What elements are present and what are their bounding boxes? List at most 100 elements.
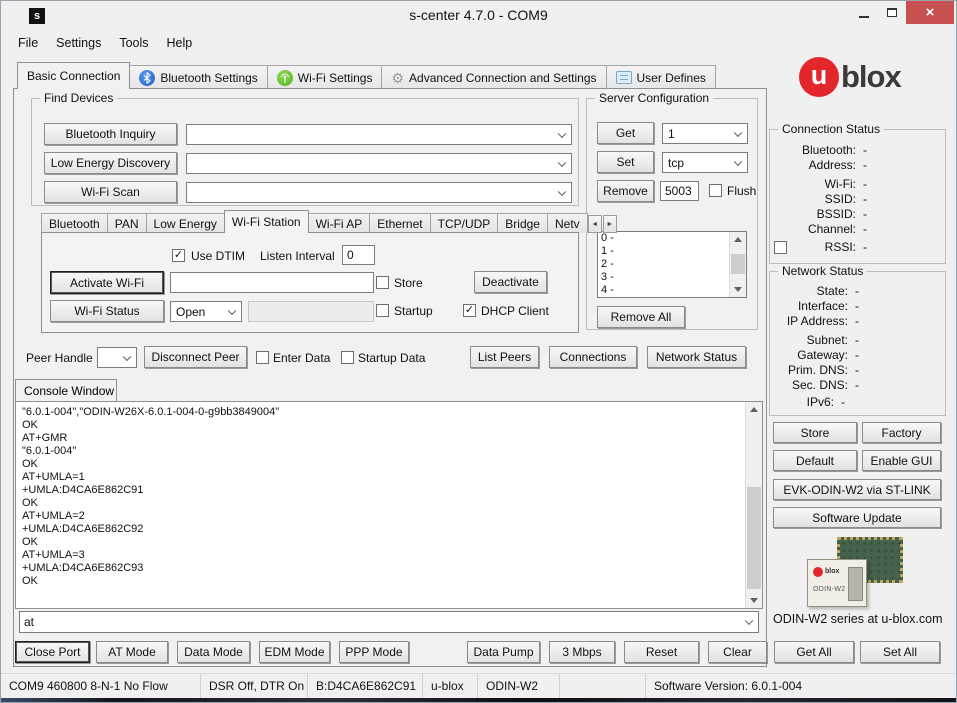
server-listbox[interactable]: 0 - 1 - 2 - 3 - 4 -	[597, 231, 747, 298]
deactivate-button[interactable]: Deactivate	[474, 271, 547, 293]
list-item[interactable]: 3 -	[598, 271, 746, 284]
tab-scroll-right-button[interactable]: ►	[603, 215, 617, 233]
close-port-button[interactable]: Close Port	[15, 641, 90, 663]
tab-basic-connection[interactable]: Basic Connection	[17, 62, 130, 89]
tab-wifi-ap[interactable]: Wi-Fi AP	[308, 213, 371, 233]
store-checkbox[interactable]	[376, 276, 389, 289]
ssid-input[interactable]	[170, 272, 374, 293]
scroll-up-icon[interactable]	[730, 232, 746, 247]
tab-bridge[interactable]: Bridge	[497, 213, 548, 233]
chevron-down-icon	[123, 352, 131, 360]
menu-tools[interactable]: Tools	[110, 33, 157, 53]
startup-checkbox[interactable]	[376, 304, 389, 317]
list-item[interactable]: 1 -	[598, 245, 746, 258]
tab-pan[interactable]: PAN	[107, 213, 147, 233]
console-output[interactable]: "6.0.1-004","ODIN-W26X-6.0.1-004-0-g9bb3…	[15, 401, 763, 609]
network-status-button[interactable]: Network Status	[647, 346, 746, 368]
store-button[interactable]: Store	[773, 422, 857, 443]
status-value: -	[863, 207, 867, 221]
scroll-down-icon[interactable]	[730, 282, 746, 297]
three-mbps-button[interactable]: 3 Mbps	[549, 641, 615, 663]
odin-w2-module-image: blox ODIN-W2	[807, 537, 903, 607]
minimize-button[interactable]	[851, 1, 877, 24]
scroll-down-icon[interactable]	[746, 593, 762, 608]
close-button[interactable]: ×	[906, 1, 954, 24]
at-command-input[interactable]	[19, 611, 759, 633]
server-index-combo[interactable]: 1	[662, 123, 748, 144]
data-pump-button[interactable]: Data Pump	[467, 641, 540, 663]
tab-ethernet[interactable]: Ethernet	[369, 213, 430, 233]
remove-all-button[interactable]: Remove All	[597, 306, 685, 328]
use-dtim-checkbox[interactable]: ✓	[172, 249, 185, 262]
enable-gui-button[interactable]: Enable GUI	[862, 450, 941, 471]
status-module: ODIN-W2	[478, 674, 560, 698]
status-vendor: u-blox	[423, 674, 478, 698]
tab-label: Wi-Fi Settings	[298, 71, 373, 85]
console-scrollbar[interactable]	[745, 402, 762, 608]
list-item[interactable]: 0 -	[598, 232, 746, 245]
startup-label: Startup	[394, 304, 433, 318]
set-all-button[interactable]: Set All	[860, 641, 940, 663]
disconnect-peer-button[interactable]: Disconnect Peer	[144, 346, 247, 368]
menu-file[interactable]: File	[9, 33, 47, 53]
low-energy-discovery-button[interactable]: Low Energy Discovery	[44, 152, 177, 174]
default-button[interactable]: Default	[773, 450, 857, 471]
software-update-button[interactable]: Software Update	[773, 507, 941, 528]
get-all-button[interactable]: Get All	[774, 641, 854, 663]
at-mode-button[interactable]: AT Mode	[96, 641, 168, 663]
maximize-button[interactable]	[879, 1, 905, 24]
bluetooth-inquiry-combo[interactable]	[186, 124, 572, 145]
status-bar: COM9 460800 8-N-1 No Flow DSR Off, DTR O…	[1, 673, 956, 698]
module-caption-link[interactable]: ODIN-W2 series at u-blox.com	[773, 612, 942, 626]
ppp-mode-button[interactable]: PPP Mode	[339, 641, 409, 663]
tab-scroll-left-button[interactable]: ◄	[588, 215, 602, 233]
scroll-thumb[interactable]	[747, 487, 761, 589]
console-window-tab[interactable]: Console Window	[15, 379, 117, 401]
status-label: Channel:	[770, 222, 856, 236]
list-item[interactable]: 4 -	[598, 284, 746, 297]
connections-button[interactable]: Connections	[549, 346, 637, 368]
tab-low-energy[interactable]: Low Energy	[146, 213, 225, 233]
listbox-scrollbar[interactable]	[729, 232, 746, 297]
wifi-scan-combo[interactable]	[186, 182, 572, 203]
tab-user-defines[interactable]: User Defines	[606, 65, 716, 89]
maximize-icon	[887, 8, 897, 17]
wifi-scan-button[interactable]: Wi-Fi Scan	[44, 181, 177, 203]
tab-bluetooth[interactable]: Bluetooth	[41, 213, 108, 233]
menu-settings[interactable]: Settings	[47, 33, 110, 53]
list-item[interactable]: 2 -	[598, 258, 746, 271]
wifi-status-button[interactable]: Wi-Fi Status	[50, 300, 164, 322]
tab-bluetooth-settings[interactable]: Bluetooth Settings	[129, 65, 267, 89]
get-button[interactable]: Get	[597, 122, 654, 144]
clear-button[interactable]: Clear	[708, 641, 767, 663]
bluetooth-inquiry-button[interactable]: Bluetooth Inquiry	[44, 123, 177, 145]
security-combo[interactable]: Open	[170, 301, 242, 322]
set-button[interactable]: Set	[597, 151, 654, 173]
tab-tcp-udp[interactable]: TCP/UDP	[430, 213, 499, 233]
factory-button[interactable]: Factory	[862, 422, 941, 443]
flush-checkbox[interactable]	[709, 184, 722, 197]
enter-data-checkbox[interactable]	[256, 351, 269, 364]
data-mode-button[interactable]: Data Mode	[177, 641, 250, 663]
dhcp-client-checkbox[interactable]: ✓	[463, 304, 476, 317]
list-peers-button[interactable]: List Peers	[470, 346, 539, 368]
peer-handle-combo[interactable]	[97, 347, 137, 368]
tab-network[interactable]: Netv	[547, 213, 588, 233]
reset-button[interactable]: Reset	[624, 641, 699, 663]
activate-wifi-button[interactable]: Activate Wi-Fi	[50, 271, 164, 294]
low-energy-discovery-combo[interactable]	[186, 153, 572, 174]
server-type-combo[interactable]: tcp	[662, 152, 748, 173]
tab-wifi-settings[interactable]: Wi-Fi Settings	[267, 65, 383, 89]
edm-mode-button[interactable]: EDM Mode	[259, 641, 330, 663]
menu-help[interactable]: Help	[158, 33, 202, 53]
tab-wifi-station[interactable]: Wi-Fi Station	[224, 210, 309, 233]
startup-data-checkbox[interactable]	[341, 351, 354, 364]
tab-advanced-connection[interactable]: ⚙ Advanced Connection and Settings	[381, 65, 606, 89]
port-input[interactable]	[660, 181, 699, 201]
scroll-thumb[interactable]	[731, 254, 745, 274]
listen-interval-input[interactable]	[342, 245, 375, 265]
status-value: -	[863, 222, 867, 236]
evk-odin-w2-button[interactable]: EVK-ODIN-W2 via ST-LINK	[773, 479, 941, 500]
scroll-up-icon[interactable]	[746, 402, 762, 417]
remove-button[interactable]: Remove	[597, 180, 654, 202]
